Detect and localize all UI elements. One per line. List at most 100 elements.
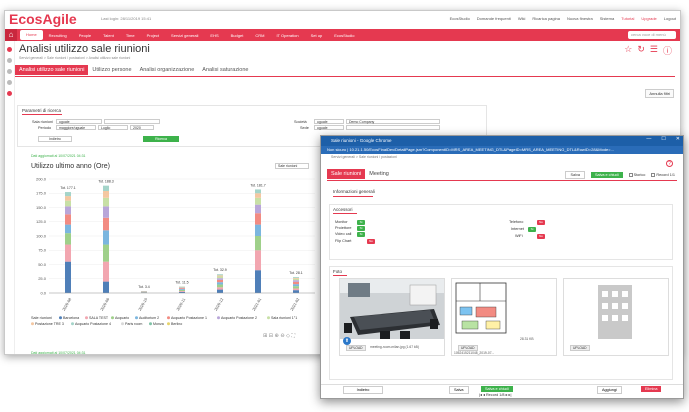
footer-salva-button[interactable]: Salva xyxy=(449,386,469,394)
popup-salva-chiudi-button[interactable]: Salva e chiudi xyxy=(590,172,623,178)
internet-toggle[interactable]: Sì xyxy=(528,227,536,232)
video-call-toggle[interactable]: Sì xyxy=(357,232,365,237)
societa-value-select[interactable]: Demo Company xyxy=(346,119,440,124)
pager-last-icon[interactable]: ▸| xyxy=(509,393,512,397)
top-link-system[interactable]: Sistema xyxy=(600,16,614,21)
nav-servizi-generali[interactable]: Servizi generali xyxy=(165,33,204,38)
nav-it-operation[interactable]: IT Operation xyxy=(270,33,304,38)
popup-salva-button[interactable]: Salva xyxy=(565,171,585,179)
societa-operator-select[interactable]: uguale xyxy=(314,119,344,124)
rail-help-icon[interactable] xyxy=(7,91,12,96)
proiettore-toggle[interactable]: Sì xyxy=(357,226,365,231)
sala-operator-select[interactable]: uguale xyxy=(56,119,102,124)
tab-analisi-saturazione[interactable]: Analisi saturazione xyxy=(198,65,252,75)
bar-segment xyxy=(103,185,109,191)
nav-ecosstudio[interactable]: EcosStudio xyxy=(328,33,360,38)
tab-meeting[interactable]: Meeting xyxy=(365,169,393,179)
top-link-wiki[interactable]: Wiki xyxy=(518,16,526,21)
floor-plan-image[interactable] xyxy=(452,279,510,339)
top-link-reload[interactable]: Ricarica pagina xyxy=(532,16,560,21)
flip-chart-toggle[interactable]: No xyxy=(367,239,375,244)
legend-item: Acquario Postazione 1 xyxy=(171,316,207,320)
periodo-label: Periodo xyxy=(38,126,52,130)
ricerca-button[interactable]: Ricerca xyxy=(143,136,179,142)
home-icon[interactable]: ⌂ xyxy=(5,29,17,41)
pager-next-icon[interactable]: ▸ xyxy=(506,393,508,397)
nav-project[interactable]: Project xyxy=(141,33,165,38)
breadcrumb: Servizi generali > Sale riunioni / posta… xyxy=(19,56,131,60)
nav-home[interactable]: Home xyxy=(20,30,43,40)
building-placeholder-icon[interactable] xyxy=(590,281,640,339)
rail-user-icon[interactable] xyxy=(7,47,12,52)
meeting-room-photo[interactable] xyxy=(340,279,444,339)
top-link-faq[interactable]: Domande frequenti xyxy=(477,16,511,21)
periodo-year-select[interactable]: 2020 xyxy=(130,125,154,130)
wifi-toggle[interactable]: No xyxy=(537,234,545,239)
storico-toggle[interactable]: Storico xyxy=(628,173,645,177)
nav-crm[interactable]: CRM xyxy=(249,33,270,38)
storico-checkbox[interactable] xyxy=(628,173,633,177)
foto-name-2: 1052415211048_2019-07... xyxy=(454,351,495,355)
top-link-new-window[interactable]: Nuova finestra xyxy=(567,16,593,21)
sede-value-select[interactable] xyxy=(346,125,440,130)
telefono-toggle[interactable]: No xyxy=(537,220,545,225)
tab-utilizzo-persone[interactable]: Utilizzo persone xyxy=(88,65,135,75)
rail-star-icon[interactable] xyxy=(7,58,12,63)
popup-url-bar[interactable]: Non sicuro | 10.21.1.50/EcosFinalDev/Det… xyxy=(321,146,683,154)
chart-group-select[interactable]: Sale riunioni xyxy=(275,163,309,169)
tab-sale-riunioni[interactable]: Sale riunioni xyxy=(327,169,366,179)
sede-operator-select[interactable]: uguale xyxy=(314,125,344,130)
record-checkbox[interactable] xyxy=(651,173,656,177)
monitor-toggle[interactable]: Sì xyxy=(357,220,365,225)
legend-swatch xyxy=(111,316,114,320)
maximize-icon[interactable]: ☐ xyxy=(661,136,665,142)
nav-recruiting[interactable]: Recruiting xyxy=(43,33,73,38)
help-circle-icon[interactable]: ⓘ xyxy=(663,44,672,57)
nav-people[interactable]: People xyxy=(73,33,97,38)
bar-segment xyxy=(65,206,71,215)
nav-ehs[interactable]: EHS xyxy=(204,33,224,38)
minimize-icon[interactable]: — xyxy=(646,136,651,142)
popup-titlebar[interactable]: Sale riunioni - Google Chrome xyxy=(321,136,683,146)
upload-button-1[interactable]: UPLOAD xyxy=(346,345,366,351)
nav-time[interactable]: Time xyxy=(120,33,141,38)
rail-history-icon[interactable] xyxy=(7,69,12,74)
list-icon[interactable]: ☰ xyxy=(650,44,658,57)
rail-settings-icon[interactable] xyxy=(7,80,12,85)
nav-talent[interactable]: Talent xyxy=(97,33,120,38)
top-link-tutorial[interactable]: Tutorial xyxy=(621,16,634,21)
tab-analisi-sale[interactable]: Analisi utilizzo sale riunioni xyxy=(15,65,89,75)
periodo-operator-select[interactable]: maggiore/uguale xyxy=(56,125,96,130)
top-link-upgrade[interactable]: Upgrade xyxy=(641,16,656,21)
brand-logo[interactable]: EcosAgile xyxy=(9,11,77,27)
tab-analisi-organizzazione[interactable]: Analisi organizzazione xyxy=(136,65,199,75)
bar-segment xyxy=(179,287,185,289)
info-section-title[interactable]: Informazioni generali xyxy=(333,189,375,194)
legend-item: Acquario Postazione 2 xyxy=(221,316,257,320)
upload-button-3[interactable]: UPLOAD xyxy=(570,345,590,351)
nav-set-up[interactable]: Set up xyxy=(305,33,329,38)
elimina-button[interactable]: Elimina xyxy=(641,386,662,392)
top-link-ecosstudio[interactable]: EcosStudio xyxy=(450,16,470,21)
foto-title: Foto xyxy=(333,269,343,274)
x-tick-label: 2021-02 xyxy=(290,297,300,311)
aggiungi-button[interactable]: Aggiungi xyxy=(597,386,622,394)
upload-arrow-icon[interactable]: ⬆ xyxy=(343,337,351,345)
pager-prev-icon[interactable]: ◂ xyxy=(483,393,485,397)
sala-label: Sala riunioni xyxy=(32,120,53,124)
close-icon[interactable]: ✕ xyxy=(676,136,680,142)
nav-budget[interactable]: Budget xyxy=(225,33,250,38)
favorite-star-icon[interactable]: ☆ xyxy=(624,44,632,57)
popup-help-icon[interactable]: ? xyxy=(666,160,673,167)
popup-indietro-button[interactable]: Indietro xyxy=(343,386,383,394)
refresh-icon[interactable]: ↻ xyxy=(637,44,645,57)
bar-segment xyxy=(293,281,299,285)
pager-first-icon[interactable]: |◂ xyxy=(479,393,482,397)
indietro-button[interactable]: Indietro xyxy=(38,136,72,142)
sala-value-select[interactable] xyxy=(104,119,160,124)
menu-search-input[interactable]: cerca voce di menù xyxy=(628,31,676,39)
top-link-logout[interactable]: Logout xyxy=(664,16,676,21)
annulla-filtri-button[interactable]: Annulla filtri xyxy=(645,89,674,98)
periodo-month-select[interactable]: Luglio xyxy=(98,125,128,130)
legend-swatch xyxy=(121,322,124,326)
